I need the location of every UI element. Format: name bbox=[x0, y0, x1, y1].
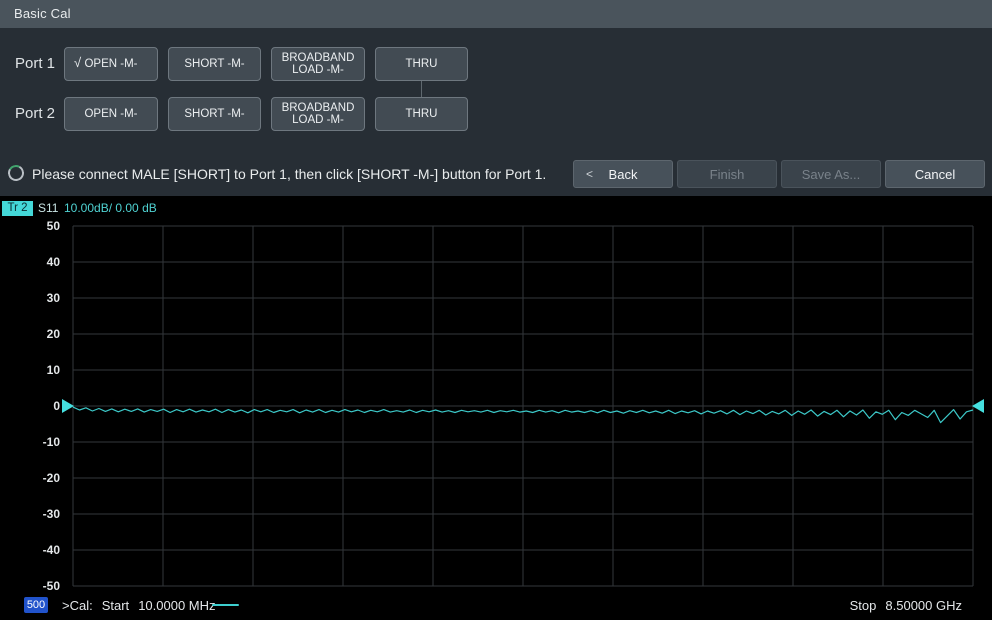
check-icon: √ bbox=[74, 57, 81, 70]
trace-parameter: S11 bbox=[38, 201, 58, 215]
y-tick-label: 20 bbox=[2, 326, 60, 342]
chevron-left-icon: < bbox=[586, 167, 593, 181]
port2-broadband-load-button[interactable]: BROADBAND LOAD -M- bbox=[271, 97, 365, 131]
y-tick-label: 40 bbox=[2, 254, 60, 270]
trace-badge[interactable]: Tr 2 bbox=[2, 201, 33, 216]
start-frequency-readout: >Cal: Start 10.0000 MHz bbox=[62, 598, 225, 613]
y-tick-label: 0 bbox=[2, 398, 60, 414]
port2-open-button[interactable]: OPEN -M- bbox=[64, 97, 158, 131]
port1-short-button[interactable]: SHORT -M- bbox=[168, 47, 261, 81]
y-tick-label: -20 bbox=[2, 470, 60, 486]
ref-level-marker-left bbox=[62, 399, 74, 413]
cal-indicator: >Cal: bbox=[62, 598, 93, 613]
trace-legend-line bbox=[212, 604, 239, 606]
port1-label: Port 1 bbox=[15, 47, 61, 81]
y-tick-label: -40 bbox=[2, 542, 60, 558]
y-tick-label: -30 bbox=[2, 506, 60, 522]
finish-button[interactable]: Finish bbox=[677, 160, 777, 188]
sweep-points-badge[interactable]: 500 bbox=[24, 597, 48, 613]
port2-label: Port 2 bbox=[15, 97, 61, 131]
calibration-panel: Port 1 √ OPEN -M- SHORT -M- BROADBAND LO… bbox=[0, 28, 992, 196]
port2-thru-button[interactable]: THRU bbox=[375, 97, 468, 131]
y-tick-label: 50 bbox=[2, 218, 60, 234]
page-title: Basic Cal bbox=[14, 6, 71, 21]
thru-connector-line bbox=[421, 81, 422, 97]
trace-scale: 10.00dB/ 0.00 dB bbox=[64, 201, 157, 215]
y-tick-label: -10 bbox=[2, 434, 60, 450]
s11-trace-plot bbox=[73, 226, 973, 586]
basic-cal-window: Basic Cal Port 1 √ OPEN -M- SHORT -M- BR… bbox=[0, 0, 992, 620]
cancel-button[interactable]: Cancel bbox=[885, 160, 985, 188]
start-value: 10.0000 MHz bbox=[138, 598, 215, 613]
save-as-button[interactable]: Save As... bbox=[781, 160, 881, 188]
y-tick-label: 10 bbox=[2, 362, 60, 378]
stop-label: Stop bbox=[850, 598, 877, 613]
port1-open-button[interactable]: √ OPEN -M- bbox=[64, 47, 158, 81]
status-message: Please connect MALE [SHORT] to Port 1, t… bbox=[32, 166, 546, 182]
start-label: Start bbox=[102, 598, 129, 613]
stop-frequency-readout: Stop 8.50000 GHz bbox=[841, 598, 962, 613]
ref-level-marker-right bbox=[972, 399, 984, 413]
title-bar: Basic Cal bbox=[0, 0, 992, 28]
progress-spinner-icon bbox=[6, 163, 26, 183]
port1-broadband-load-button[interactable]: BROADBAND LOAD -M- bbox=[271, 47, 365, 81]
port2-short-button[interactable]: SHORT -M- bbox=[168, 97, 261, 131]
port1-thru-button[interactable]: THRU bbox=[375, 47, 468, 81]
stop-value: 8.50000 GHz bbox=[885, 598, 962, 613]
y-tick-label: 30 bbox=[2, 290, 60, 306]
y-tick-label: -50 bbox=[2, 578, 60, 594]
back-button[interactable]: < Back bbox=[573, 160, 673, 188]
